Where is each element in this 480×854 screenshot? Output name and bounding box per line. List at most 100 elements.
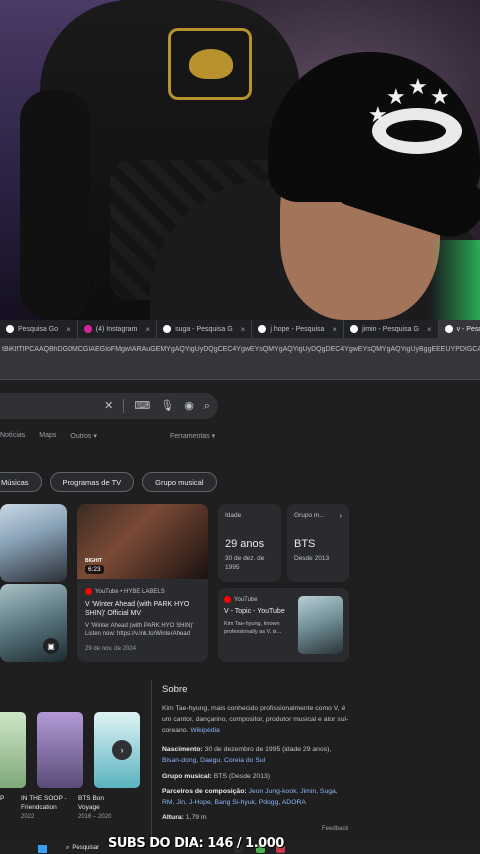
video-card[interactable]: BIGHIT 6:23 YouTube • HYBE LABELS V 'Win… <box>77 504 208 662</box>
browser-tab[interactable]: suga - Pesquisa G × <box>157 320 253 338</box>
tab-label: jimin - Pesquisa G <box>362 325 419 333</box>
show-title[interactable]: BTS Bon Voyage <box>78 794 124 812</box>
fact-group: Grupo musical: BTS (Desde 2013) <box>162 773 271 780</box>
browser-tab[interactable]: (4) Instagram × <box>78 320 158 338</box>
google-icon <box>444 325 453 333</box>
google-icon <box>350 325 359 333</box>
google-icon <box>163 325 172 333</box>
show-year: 2016 – 2020 <box>78 814 112 820</box>
video-date: 29 de nov. de 2024 <box>85 646 136 652</box>
image-search-icon[interactable]: ▣ <box>43 638 59 654</box>
search-input[interactable]: ✕ ⌨ 🎙 ◉ ⌕ <box>0 393 218 419</box>
browser-tab[interactable]: j hope - Pesquisa × <box>252 320 345 338</box>
group-card[interactable]: Grupo m... › BTS Desde 2013 <box>287 504 349 582</box>
tab-maps[interactable]: Maps <box>39 432 56 440</box>
fact-height: Altura: 1,79 m <box>162 814 207 821</box>
about-heading: Sobre <box>162 684 188 695</box>
search-results-page: ✕ ⌨ 🎙 ◉ ⌕ Notícias Maps Outros ▾ Ferrame… <box>0 380 480 844</box>
star-icon: ★ <box>386 84 406 109</box>
fact-birth: Nascimento: 30 de dezembro de 1995 (idad… <box>162 746 332 764</box>
google-icon <box>6 325 14 333</box>
search-nav-tabs: Notícias Maps Outros ▾ <box>0 432 111 440</box>
chip-music[interactable]: Músicas <box>0 472 42 492</box>
youtube-icon <box>224 596 231 603</box>
group-label: Grupo m... <box>294 512 325 519</box>
video-title[interactable]: V 'Winter Ahead (with PARK HYO SHIN)' Of… <box>85 600 203 618</box>
age-label: Idade <box>225 512 242 519</box>
youtube-topic-card[interactable]: YouTube V - Topic - YouTube Kim Tae-hyun… <box>218 588 349 662</box>
chair-logo <box>168 28 252 100</box>
youtube-icon <box>85 588 92 595</box>
yt-topic-title[interactable]: V - Topic - YouTube <box>224 608 285 615</box>
windows-start-icon[interactable] <box>38 845 47 853</box>
tab-label: (4) Instagram <box>95 325 138 333</box>
close-tab-icon[interactable]: × <box>241 325 246 334</box>
lens-icon[interactable]: ◉ <box>184 400 194 412</box>
show-title[interactable]: P <box>0 794 20 803</box>
yt-source: YouTube <box>224 596 258 603</box>
about-description: Kim Tae-hyung, mais conhecido profission… <box>162 705 349 734</box>
tab-label: Pesquisa Go <box>18 325 59 333</box>
age-value: 29 anos <box>225 538 265 550</box>
green-light <box>430 240 480 320</box>
show-title[interactable]: IN THE SOOP - Friendcation <box>21 794 69 812</box>
tab-label: v - Pesquisa Goo <box>456 325 480 333</box>
close-tab-icon[interactable]: × <box>427 325 432 334</box>
browser-tab[interactable]: Pesquisa Go × <box>0 320 78 338</box>
tab-label: suga - Pesquisa G <box>175 325 233 333</box>
browser-tabbar: Pesquisa Go × (4) Instagram × suga - Pesquis… <box>0 320 480 338</box>
chip-tv-shows[interactable]: Programas de TV <box>49 472 135 492</box>
carousel-next-button[interactable]: › <box>112 740 132 760</box>
video-watermark: BIGHIT <box>85 558 102 564</box>
bookmarks-bar <box>0 360 480 380</box>
star-icon: ★ <box>430 84 450 109</box>
clear-icon[interactable]: ✕ <box>104 400 113 412</box>
birth-date: 30 de dez. de 1995 <box>225 555 265 571</box>
yt-topic-thumbnail[interactable] <box>298 596 343 654</box>
browser-tab[interactable]: v - Pesquisa Goo× <box>438 320 480 338</box>
age-card[interactable]: Idade 29 anos 30 de dez. de 1995 <box>218 504 281 582</box>
tab-news[interactable]: Notícias <box>0 432 25 440</box>
keyboard-icon[interactable]: ⌨ <box>134 400 150 412</box>
instagram-icon <box>83 325 92 333</box>
webcam-feed: ★ ★ ★ ★ <box>0 0 480 320</box>
show-card[interactable] <box>0 712 26 788</box>
tab-label: j hope - Pesquisa <box>270 325 325 333</box>
close-tab-icon[interactable]: × <box>145 325 150 334</box>
close-tab-icon[interactable]: × <box>66 325 71 334</box>
subs-counter-overlay: SUBS DO DIA: 146 / 1.000 <box>108 836 284 851</box>
image-result[interactable] <box>0 504 67 582</box>
search-icon[interactable]: ⌕ <box>204 400 210 412</box>
star-icon: ★ <box>368 102 388 127</box>
chevron-right-icon: › <box>339 511 342 520</box>
search-icon: ⌕ <box>66 845 70 851</box>
tools-button[interactable]: Ferramentas ▾ <box>170 432 215 440</box>
yt-topic-description: Kim Tae-hyung, known professionally as V… <box>224 621 282 635</box>
group-since: Desde 2013 <box>294 555 330 562</box>
close-tab-icon[interactable]: × <box>332 325 337 334</box>
browser-tab[interactable]: jimin - Pesquisa G × <box>344 320 439 338</box>
chair-wing <box>20 90 90 320</box>
wikipedia-link[interactable]: Wikipédia <box>190 727 219 734</box>
fact-partners: Parceiros de composição: Jeon Jung-kook,… <box>162 788 338 806</box>
url-text: tBiKlfTIPCAAQBhDG0MCGIAEGIoFMgwIARAuGEMY… <box>2 345 480 353</box>
section-divider <box>151 680 152 844</box>
chip-music-group[interactable]: Grupo musical <box>142 472 217 492</box>
video-thumbnail[interactable]: BIGHIT 6:23 <box>77 504 208 579</box>
feedback-link[interactable]: Feedback <box>322 826 348 832</box>
show-card[interactable] <box>37 712 83 788</box>
birthplace-link[interactable]: Bisan-dong, Daegu, Coreia do Sul <box>162 757 265 764</box>
address-bar[interactable]: tBiKlfTIPCAAQBhDG0MCGIAEGIoFMgwIARAuGEMY… <box>0 338 480 360</box>
divider <box>123 399 125 413</box>
video-source: YouTube • HYBE LABELS <box>85 588 165 595</box>
show-year: 2022 <box>21 814 35 820</box>
tab-more[interactable]: Outros ▾ <box>70 432 96 440</box>
video-duration: 6:23 <box>85 565 104 574</box>
microphone-icon[interactable]: 🎙 <box>160 400 174 412</box>
taskbar-search[interactable]: ⌕ Pesquisar <box>66 845 99 852</box>
image-result[interactable]: ▣ <box>0 584 67 662</box>
filter-chips: Músicas Programas de TV Grupo musical <box>0 472 217 492</box>
group-value: BTS <box>294 538 316 550</box>
google-icon <box>258 325 267 333</box>
video-description: V 'Winter Ahead (with PARK HYO SHIN)' Li… <box>85 623 194 637</box>
